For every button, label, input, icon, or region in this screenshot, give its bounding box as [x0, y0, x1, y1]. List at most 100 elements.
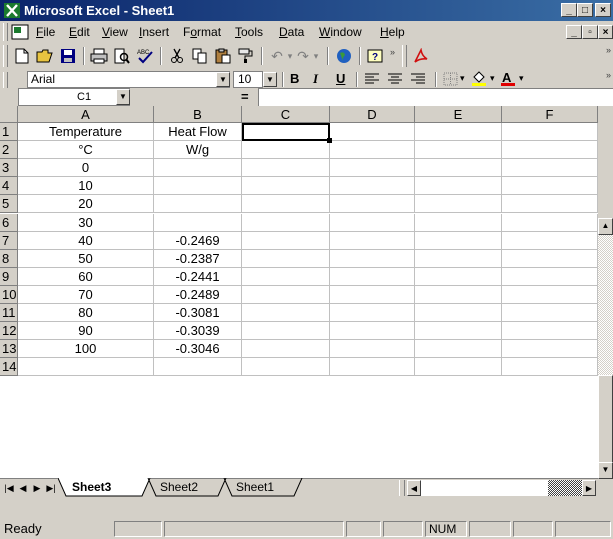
cell-a4[interactable]: 10: [18, 177, 154, 196]
cell-f9[interactable]: [502, 267, 598, 286]
row-header[interactable]: 10: [0, 285, 18, 304]
menu-data[interactable]: Data: [279, 25, 304, 39]
first-sheet-icon[interactable]: |◀: [2, 481, 16, 495]
help-icon[interactable]: ?: [364, 45, 386, 67]
font-size-select[interactable]: 10: [233, 71, 263, 88]
cell-b3[interactable]: [154, 159, 242, 178]
cell-a9[interactable]: 60: [18, 267, 154, 286]
cell-a5[interactable]: 20: [18, 195, 154, 214]
cell-d10[interactable]: [330, 285, 415, 304]
row-header[interactable]: 1: [0, 123, 18, 142]
cell-e4[interactable]: [415, 177, 502, 196]
cell-b8[interactable]: -0.2387: [154, 249, 242, 268]
cell-f1[interactable]: [502, 123, 598, 142]
borders-dropdown-icon[interactable]: ▾: [460, 73, 465, 84]
cell-b7[interactable]: -0.2469: [154, 231, 242, 250]
cell-b2[interactable]: W/g: [154, 141, 242, 160]
toolbar-grip[interactable]: [3, 72, 8, 88]
formula-input[interactable]: [258, 88, 613, 106]
pdf-icon[interactable]: [410, 45, 432, 67]
last-sheet-icon[interactable]: ▶|: [44, 481, 58, 495]
borders-icon[interactable]: [443, 72, 459, 89]
doc-minimize-button[interactable]: _: [566, 25, 582, 39]
save-icon[interactable]: [57, 45, 79, 67]
cell-c10[interactable]: [242, 285, 330, 304]
horizontal-scroll-thumb[interactable]: [548, 480, 582, 496]
font-size-dropdown-icon[interactable]: ▼: [263, 72, 277, 87]
tab-split-handle[interactable]: [399, 480, 405, 496]
cell-d5[interactable]: [330, 195, 415, 214]
cell-e3[interactable]: [415, 159, 502, 178]
column-header-f[interactable]: F: [502, 106, 598, 123]
row-header[interactable]: 4: [0, 177, 18, 196]
cell-d1[interactable]: [330, 123, 415, 142]
cell-a10[interactable]: 70: [18, 285, 154, 304]
cell-b10[interactable]: -0.2489: [154, 285, 242, 304]
cell-c2[interactable]: [242, 141, 330, 160]
cell-f6[interactable]: [502, 213, 598, 232]
cell-a2[interactable]: °C: [18, 141, 154, 160]
row-header[interactable]: 5: [0, 195, 18, 214]
cell-a8[interactable]: 50: [18, 249, 154, 268]
menu-window[interactable]: Window: [319, 25, 362, 39]
doc-restore-button[interactable]: ▫: [582, 25, 598, 39]
cell-f7[interactable]: [502, 231, 598, 250]
scroll-right-button[interactable]: ▶: [582, 480, 596, 496]
print-preview-icon[interactable]: [111, 45, 133, 67]
bold-button[interactable]: B: [290, 71, 299, 86]
cell-f4[interactable]: [502, 177, 598, 196]
cell-f12[interactable]: [502, 322, 598, 341]
cell-e2[interactable]: [415, 141, 502, 160]
cell-b1[interactable]: Heat Flow: [154, 123, 242, 142]
cell-b13[interactable]: -0.3046: [154, 340, 242, 359]
cell-c12[interactable]: [242, 322, 330, 341]
cut-icon[interactable]: [166, 45, 188, 67]
scroll-thumb[interactable]: [598, 375, 613, 471]
cell-b6[interactable]: [154, 213, 242, 232]
cell-f11[interactable]: [502, 304, 598, 323]
copy-icon[interactable]: [189, 45, 211, 67]
menu-help[interactable]: Help: [380, 25, 405, 39]
row-header[interactable]: 7: [0, 231, 18, 250]
paste-icon[interactable]: [212, 45, 234, 67]
cell-e6[interactable]: [415, 213, 502, 232]
row-header[interactable]: 8: [0, 249, 18, 268]
maximize-button[interactable]: □: [577, 3, 593, 17]
minimize-button[interactable]: _: [561, 3, 577, 17]
cell-d13[interactable]: [330, 340, 415, 359]
cell-d7[interactable]: [330, 231, 415, 250]
cell-d4[interactable]: [330, 177, 415, 196]
toolbar-grip[interactable]: [3, 45, 8, 67]
cell-e12[interactable]: [415, 322, 502, 341]
align-left-icon[interactable]: [364, 72, 380, 89]
cell-a7[interactable]: 40: [18, 231, 154, 250]
cell-d2[interactable]: [330, 141, 415, 160]
cell-d6[interactable]: [330, 213, 415, 232]
cell-e1[interactable]: [415, 123, 502, 142]
cell-f2[interactable]: [502, 141, 598, 160]
spelling-icon[interactable]: ABC: [134, 45, 156, 67]
redo-dropdown-icon[interactable]: ▾: [305, 45, 327, 67]
align-center-icon[interactable]: [387, 72, 403, 89]
scroll-up-button[interactable]: ▲: [598, 218, 613, 235]
next-sheet-icon[interactable]: ▶: [30, 481, 44, 495]
cell-e13[interactable]: [415, 340, 502, 359]
toolbar-overflow-icon[interactable]: »: [390, 47, 395, 57]
cell-f8[interactable]: [502, 249, 598, 268]
column-header-d[interactable]: D: [330, 106, 415, 123]
row-header[interactable]: 6: [0, 213, 18, 232]
cell-a14[interactable]: [18, 358, 154, 377]
cell-d8[interactable]: [330, 249, 415, 268]
cell-c8[interactable]: [242, 249, 330, 268]
cell-c11[interactable]: [242, 304, 330, 323]
cell-a1[interactable]: Temperature: [18, 123, 154, 142]
menu-view[interactable]: View: [102, 25, 128, 39]
row-header[interactable]: 3: [0, 159, 18, 178]
sheet-tab-sheet1[interactable]: Sheet1: [236, 479, 274, 496]
format-painter-icon[interactable]: [235, 45, 257, 67]
cell-d9[interactable]: [330, 267, 415, 286]
cell-a6[interactable]: 30: [18, 213, 154, 232]
cell-e14[interactable]: [415, 358, 502, 377]
column-header-a[interactable]: A: [18, 106, 154, 123]
menu-format[interactable]: Format: [183, 25, 221, 39]
